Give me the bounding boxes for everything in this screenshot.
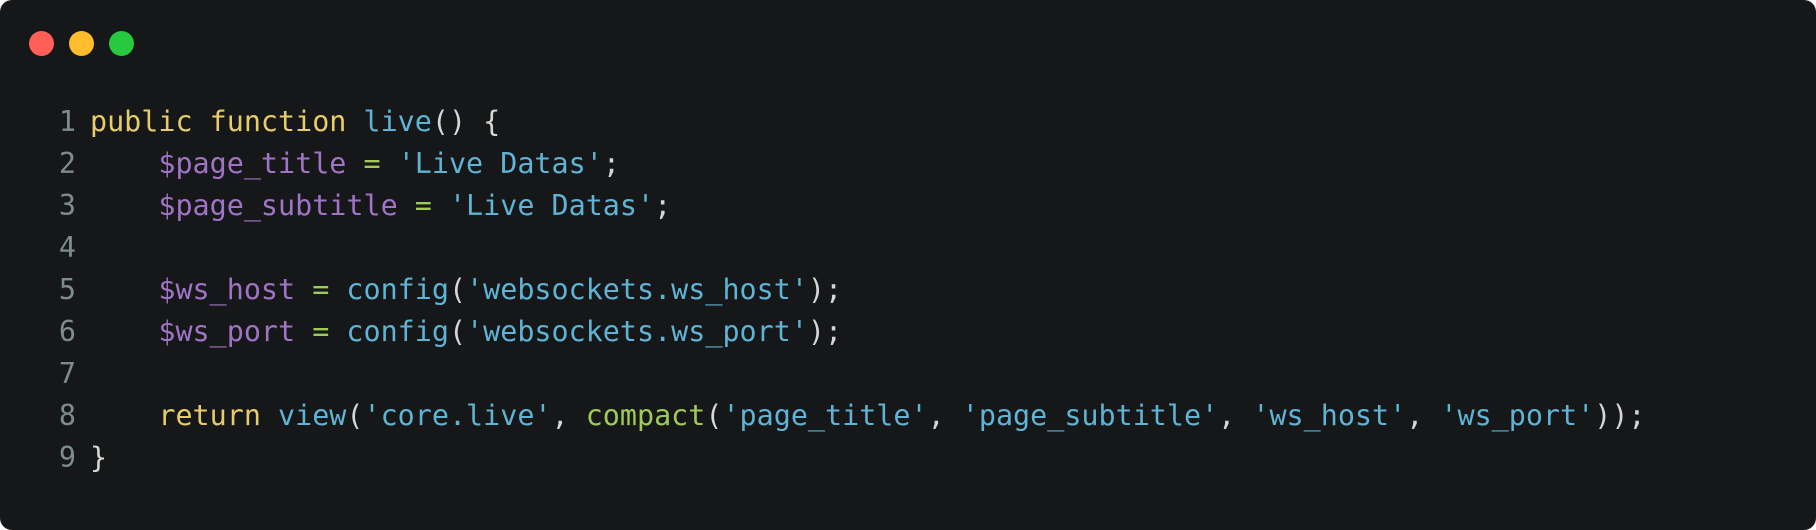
code-token: return — [158, 399, 261, 432]
code-text: public function live() { — [90, 101, 500, 143]
code-token: ( — [705, 399, 723, 432]
code-token: live — [363, 105, 432, 138]
code-token: ( — [448, 315, 467, 348]
code-token: ( — [448, 273, 467, 306]
zoom-button-icon[interactable] — [109, 31, 134, 56]
code-window: 1 public function live() {2 $page_title =… — [0, 0, 1816, 530]
code-line: 4 — [0, 227, 1816, 269]
code-token: 'ws_port' — [1440, 399, 1595, 432]
code-token: $ws_host — [158, 273, 296, 306]
code-text: $page_title = 'Live Datas'; — [90, 143, 620, 185]
code-text: $ws_host = config('websockets.ws_host'); — [90, 269, 842, 311]
line-number: 9 — [58, 441, 76, 474]
code-line: 6 $ws_port = config('websockets.ws_port'… — [0, 311, 1816, 353]
code-token: compact — [585, 399, 706, 432]
line-number: 3 — [58, 189, 76, 222]
code-line: 2 $page_title = 'Live Datas'; — [0, 143, 1816, 185]
code-token: $page_title — [158, 147, 347, 180]
code-token: public — [90, 105, 193, 138]
code-line: 3 $page_subtitle = 'Live Datas'; — [0, 185, 1816, 227]
code-token: = — [312, 315, 330, 348]
code-token: 'Live Datas' — [397, 147, 603, 180]
code-token: $ws_port — [158, 315, 296, 348]
code-token: function — [209, 105, 347, 138]
code-token: config — [346, 273, 449, 306]
code-token: )); — [1594, 399, 1646, 432]
code-token: , — [927, 399, 962, 432]
code-token: 'Live Datas' — [448, 189, 655, 222]
code-line: 8 return view('core.live', compact('page… — [0, 395, 1816, 437]
code-text: $ws_port = config('websockets.ws_port'); — [90, 311, 842, 353]
code-token: ; — [602, 147, 620, 180]
window-controls — [29, 31, 134, 56]
code-token: ; — [654, 189, 672, 222]
code-token: = — [414, 189, 432, 222]
close-button-icon[interactable] — [29, 31, 54, 56]
line-number: 5 — [58, 273, 76, 306]
code-token: ); — [807, 273, 843, 306]
code-token: , — [1406, 399, 1441, 432]
code-token: () { — [431, 105, 501, 138]
line-number: 7 — [58, 357, 76, 390]
line-number: 1 — [58, 105, 76, 138]
code-token: , — [551, 399, 586, 432]
code-line: 7 — [0, 353, 1816, 395]
code-token: ); — [807, 315, 843, 348]
code-line: 5 $ws_host = config('websockets.ws_host'… — [0, 269, 1816, 311]
minimize-button-icon[interactable] — [69, 31, 94, 56]
code-token: $page_subtitle — [158, 189, 398, 222]
line-number: 6 — [58, 315, 76, 348]
code-text: $page_subtitle = 'Live Datas'; — [90, 185, 671, 227]
code-token: , — [1218, 399, 1253, 432]
code-token: } — [90, 441, 108, 474]
line-number: 8 — [58, 399, 76, 432]
code-token: config — [346, 315, 449, 348]
code-token: 'websockets.ws_port' — [466, 315, 808, 348]
code-token: ( — [346, 399, 364, 432]
code-text: return view('core.live', compact('page_t… — [90, 395, 1646, 437]
code-text: } — [90, 437, 107, 479]
code-block: 1 public function live() {2 $page_title =… — [0, 101, 1816, 479]
code-token: 'page_subtitle' — [961, 399, 1219, 432]
code-token: 'core.live' — [363, 399, 552, 432]
code-token: = — [363, 147, 381, 180]
line-number: 2 — [58, 147, 76, 180]
line-number: 4 — [58, 231, 76, 264]
code-token: 'page_title' — [722, 399, 928, 432]
code-token: 'websockets.ws_host' — [466, 273, 808, 306]
code-line: 9} — [0, 437, 1816, 479]
code-token: 'ws_host' — [1252, 399, 1407, 432]
code-line: 1 public function live() { — [0, 101, 1816, 143]
code-token: view — [278, 399, 347, 432]
code-token: = — [312, 273, 330, 306]
